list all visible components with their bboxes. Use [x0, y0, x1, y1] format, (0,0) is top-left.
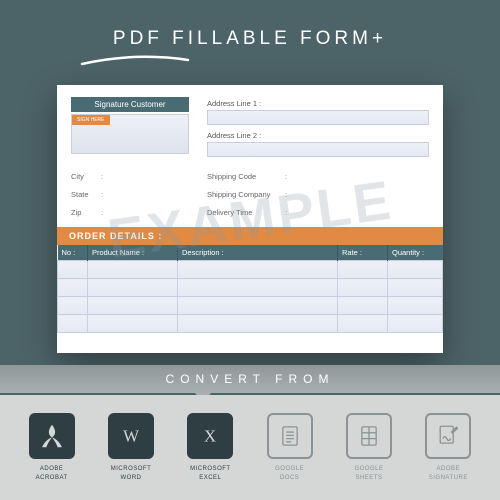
svg-text:X: X: [204, 427, 216, 446]
adobe-acrobat-app[interactable]: ADOBEACROBAT: [16, 413, 88, 481]
address1-input[interactable]: [207, 110, 429, 125]
order-details-header: ORDER DETAILS :: [57, 227, 443, 245]
state-input[interactable]: [107, 188, 189, 200]
col-no: No :: [58, 245, 88, 261]
google-sheets-app[interactable]: GOOGLESHEETS: [333, 413, 405, 481]
shipcode-input[interactable]: [291, 170, 429, 182]
table-row[interactable]: [58, 297, 443, 315]
table-row[interactable]: [58, 315, 443, 333]
adobe-acrobat-icon: [29, 413, 75, 459]
convert-from-strip: CONVERT FROM: [0, 365, 500, 393]
google-docs-icon: [267, 413, 313, 459]
address2-input[interactable]: [207, 142, 429, 157]
shipcompany-input[interactable]: [291, 188, 429, 200]
google-sheets-label: GOOGLESHEETS: [354, 465, 383, 481]
underline-swoosh: [80, 54, 190, 68]
table-row[interactable]: [58, 261, 443, 279]
col-product: Product Name :: [88, 245, 178, 261]
signature-field[interactable]: SIGN HERE: [71, 114, 189, 154]
address1-label: Address Line 1 :: [207, 99, 429, 108]
google-sheets-icon: [346, 413, 392, 459]
shipcompany-label: Shipping Company: [207, 190, 285, 199]
adobe-signature-icon: [425, 413, 471, 459]
address2-label: Address Line 2 :: [207, 131, 429, 140]
google-docs-label: GOOGLEDOCS: [275, 465, 304, 481]
signature-header: Signature Customer: [71, 97, 189, 112]
state-label: State: [71, 190, 101, 199]
city-label: City: [71, 172, 101, 181]
adobe-acrobat-label: ADOBEACROBAT: [36, 465, 68, 481]
shipcode-label: Shipping Code: [207, 172, 285, 181]
table-row[interactable]: [58, 279, 443, 297]
col-description: Description :: [178, 245, 338, 261]
city-input[interactable]: [107, 170, 189, 182]
microsoft-word-label: MICROSOFTWORD: [111, 465, 152, 481]
page-title: PDF FILLABLE FORM+: [0, 0, 500, 50]
col-qty: Quantity :: [388, 245, 443, 261]
microsoft-excel-icon: X: [187, 413, 233, 459]
sign-here-tag: SIGN HERE: [72, 115, 110, 125]
microsoft-word-icon: W: [108, 413, 154, 459]
google-docs-app[interactable]: GOOGLEDOCS: [254, 413, 326, 481]
app-icon-row: ADOBEACROBAT W MICROSOFTWORD X MICROSOFT…: [0, 395, 500, 500]
svg-text:W: W: [123, 427, 139, 446]
zip-label: Zip: [71, 208, 101, 217]
col-rate: Rate :: [338, 245, 388, 261]
zip-input[interactable]: [107, 206, 189, 218]
delivery-input[interactable]: [291, 206, 429, 218]
microsoft-excel-label: MICROSOFTEXCEL: [190, 465, 231, 481]
microsoft-excel-app[interactable]: X MICROSOFTEXCEL: [174, 413, 246, 481]
adobe-signature-app[interactable]: ADOBESIGNATURE: [412, 413, 484, 481]
form-preview: Signature Customer SIGN HERE Address Lin…: [57, 85, 443, 353]
microsoft-word-app[interactable]: W MICROSOFTWORD: [95, 413, 167, 481]
delivery-label: Delivery Time: [207, 208, 285, 217]
adobe-signature-label: ADOBESIGNATURE: [429, 465, 468, 481]
order-table: No : Product Name : Description : Rate :…: [57, 245, 443, 333]
